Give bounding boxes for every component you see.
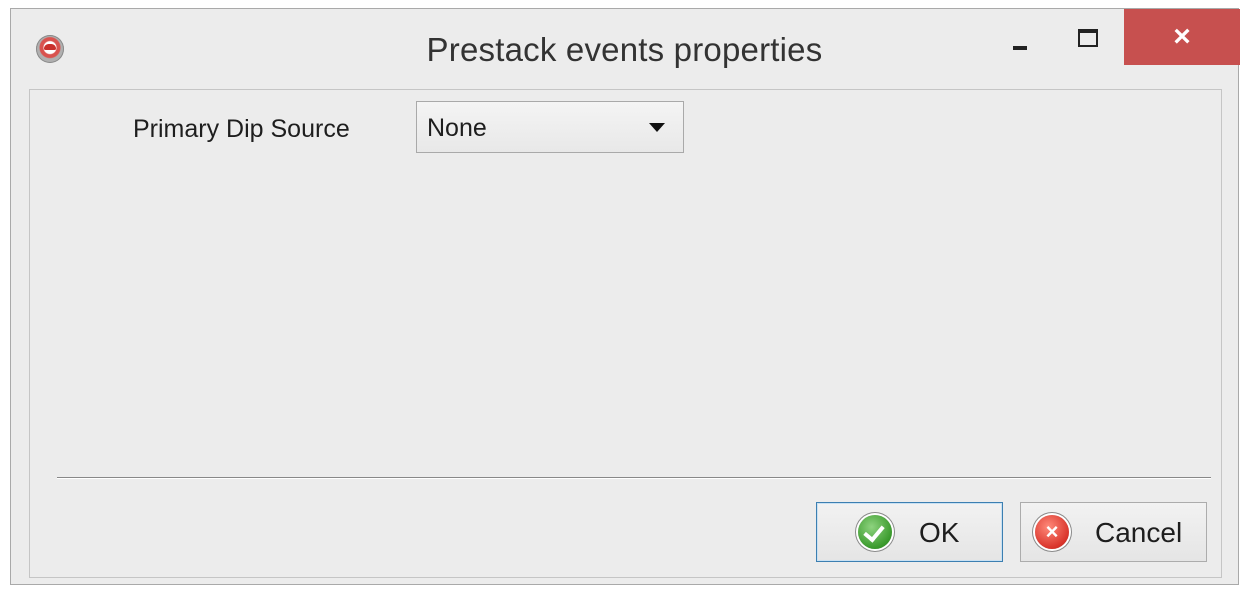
minimize-icon — [1013, 46, 1027, 50]
maximize-button[interactable] — [1063, 9, 1113, 65]
cancel-button[interactable]: × Cancel — [1020, 502, 1207, 562]
primary-dip-source-dropdown[interactable]: None — [416, 101, 684, 153]
ok-button-label: OK — [919, 517, 960, 548]
title-bar[interactable]: Prestack events properties × — [11, 9, 1240, 89]
cancel-button-label: Cancel — [1095, 517, 1183, 548]
chevron-down-icon — [649, 123, 665, 132]
primary-dip-source-label: Primary Dip Source — [133, 115, 350, 143]
ok-button[interactable]: OK — [816, 502, 1003, 562]
window-title: Prestack events properties — [426, 31, 823, 68]
dialog-content: Primary Dip Source None OK × Cancel — [29, 89, 1222, 578]
close-icon: × — [1173, 20, 1191, 53]
maximize-icon — [1078, 29, 1098, 47]
separator — [57, 477, 1211, 479]
dialog-window: Prestack events properties × Primary Dip… — [10, 8, 1240, 585]
minimize-button[interactable] — [998, 9, 1046, 65]
check-circle-icon — [858, 515, 892, 549]
primary-dip-source-value: None — [427, 114, 487, 142]
close-button[interactable]: × — [1124, 9, 1240, 65]
x-circle-icon: × — [1035, 515, 1069, 549]
